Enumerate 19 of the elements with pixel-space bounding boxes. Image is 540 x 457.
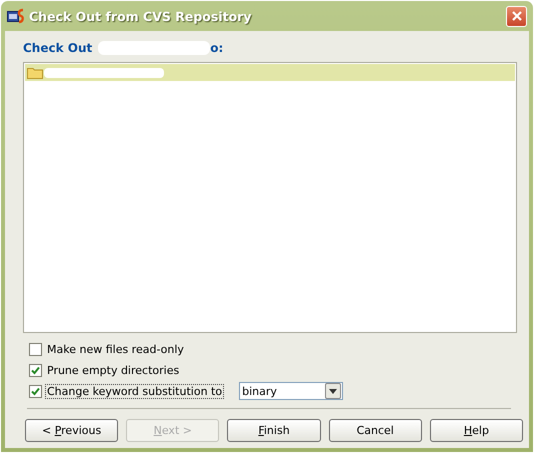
dialog-button[interactable]: Help <box>430 419 524 442</box>
checkbox[interactable] <box>29 342 42 356</box>
close-icon <box>510 10 522 22</box>
dialog-button[interactable]: Cancel <box>328 419 422 442</box>
dialog-button[interactable]: Finish <box>227 419 321 442</box>
checkbox[interactable] <box>29 384 42 398</box>
app-icon <box>7 8 25 24</box>
dialog-button[interactable]: < Previous <box>25 419 118 442</box>
caret-icon <box>329 388 338 394</box>
checkbox[interactable] <box>29 364 42 376</box>
window-title: Check Out from CVS Repository <box>29 8 252 24</box>
checkbox-label[interactable]: Make new files read-only <box>45 342 186 356</box>
close-button[interactable] <box>506 6 527 26</box>
heading-text: Check Out <box>23 41 92 55</box>
folder-icon <box>27 66 43 79</box>
heading-text: o: <box>210 41 224 55</box>
checkbox-label[interactable]: Change keyword substitution to <box>45 384 224 398</box>
checkbox-label[interactable]: Prune empty directories <box>45 362 182 378</box>
dropdown[interactable]: binary <box>239 382 344 400</box>
